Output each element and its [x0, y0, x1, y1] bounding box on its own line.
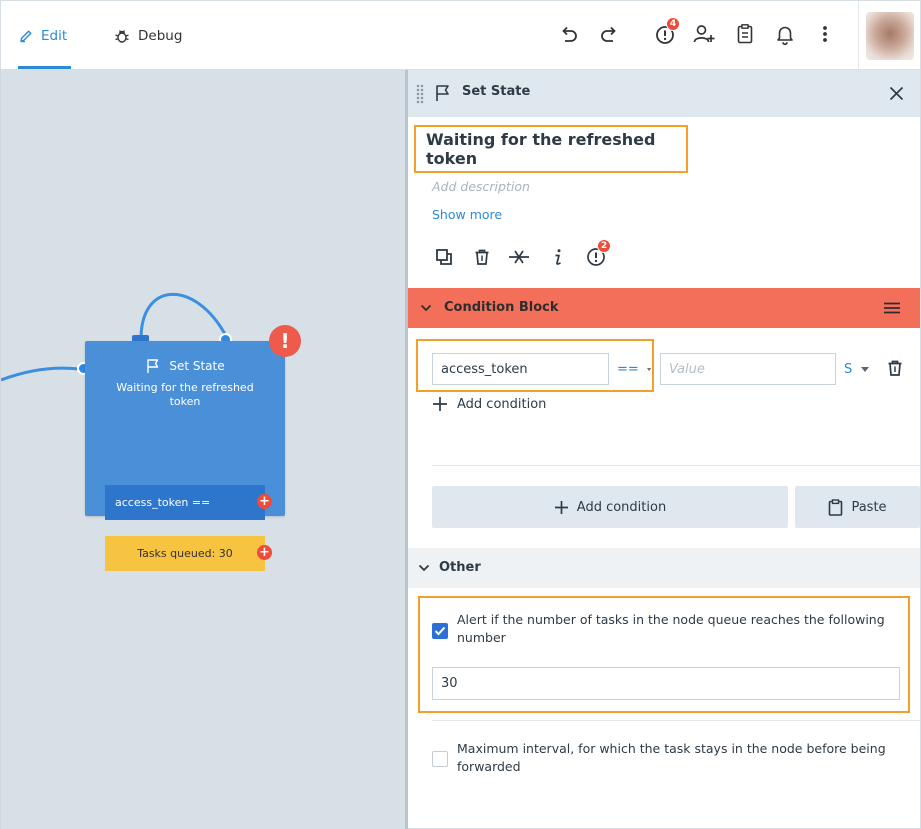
alert-threshold-input[interactable]: 30	[432, 667, 900, 700]
add-condition-button[interactable]: Add condition	[432, 486, 788, 528]
condition-value-input[interactable]: Value	[660, 353, 836, 385]
properties-panel: Set State Waiting for the refreshed toke…	[408, 70, 921, 829]
add-condition-button-label: Add condition	[576, 499, 667, 515]
tab-edit-label: Edit	[41, 27, 68, 44]
condition-block-title: Condition Block	[444, 300, 559, 315]
drag-handle-icon[interactable]	[416, 84, 424, 104]
set-state-node[interactable]: Set State Waiting for the refreshed toke…	[85, 341, 285, 571]
add-condition-link[interactable]: Add condition	[432, 396, 546, 412]
alert-checkbox[interactable]	[432, 623, 448, 639]
operator-value: ==	[617, 361, 639, 377]
add-icon[interactable]: +	[257, 494, 272, 509]
node-name: Waiting for the refreshed token	[116, 381, 254, 408]
paste-button[interactable]: Paste	[795, 486, 920, 528]
add-user-icon[interactable]	[691, 21, 717, 47]
max-interval-label: Maximum interval, for which the task sta…	[457, 741, 886, 774]
user-menu[interactable]	[858, 1, 921, 70]
info-icon[interactable]	[546, 245, 570, 269]
node-name-field[interactable]: Waiting for the refreshed token	[414, 125, 688, 173]
value-type-select[interactable]: S	[844, 353, 870, 385]
more-vertical-icon[interactable]	[812, 21, 838, 47]
bell-icon[interactable]	[772, 21, 798, 47]
redo-icon[interactable]	[596, 21, 622, 47]
bug-icon	[115, 29, 129, 43]
node-warning-icon[interactable]: !	[269, 325, 301, 357]
max-interval-checkbox[interactable]	[432, 751, 448, 767]
other-section-title: Other	[439, 560, 481, 575]
active-tab-indicator	[18, 66, 71, 69]
panel-title: Set State	[462, 84, 531, 99]
pencil-icon	[20, 30, 32, 42]
node-type-label: Set State	[169, 359, 225, 373]
chevron-down-icon[interactable]	[418, 563, 430, 573]
alert-option-label: Alert if the number of tasks in the node…	[457, 612, 885, 645]
check-icon	[434, 626, 446, 636]
delete-condition-button[interactable]	[886, 359, 904, 381]
node-condition-text: access_token ==	[115, 496, 211, 509]
tab-debug-label: Debug	[138, 27, 183, 44]
undo-icon[interactable]	[556, 21, 582, 47]
flow-canvas[interactable]: Set State Waiting for the refreshed toke…	[0, 70, 405, 829]
node-header: Set State	[85, 358, 285, 374]
disconnect-icon[interactable]	[507, 245, 531, 269]
warning-icon[interactable]: 2	[584, 239, 611, 269]
loop-connection	[139, 292, 228, 340]
node-queue-text: Tasks queued: 30	[137, 547, 233, 560]
alert-count-badge: 4	[666, 17, 680, 31]
description-field[interactable]: Add description	[432, 179, 530, 194]
condition-field-value: access_token	[441, 361, 528, 377]
chevron-down-icon[interactable]	[420, 303, 432, 313]
other-section-header[interactable]: Other	[408, 548, 920, 588]
flag-icon	[436, 85, 449, 101]
add-icon[interactable]: +	[257, 545, 272, 560]
node-queue-row[interactable]: Tasks queued: 30	[105, 536, 265, 571]
divider	[432, 720, 920, 721]
top-toolbar: Edit Debug 4	[0, 0, 921, 70]
tab-debug[interactable]: Debug	[114, 1, 182, 70]
paste-button-label: Paste	[851, 499, 887, 515]
trash-icon[interactable]	[470, 245, 494, 269]
close-icon[interactable]	[889, 86, 904, 101]
plus-icon	[554, 500, 568, 514]
value-type-label: S	[844, 361, 853, 377]
condition-field-input[interactable]: access_token	[432, 353, 609, 385]
node-condition-row[interactable]: access_token ==	[105, 485, 265, 520]
clipboard-icon[interactable]	[732, 21, 758, 47]
caret-down-icon	[861, 366, 870, 372]
show-more-link[interactable]: Show more	[432, 207, 502, 222]
caret-down-icon	[646, 367, 651, 371]
condition-value-placeholder: Value	[669, 361, 705, 377]
tab-edit[interactable]: Edit	[19, 1, 67, 70]
alert-icon[interactable]: 4	[652, 17, 680, 47]
condition-block-header[interactable]: Condition Block	[408, 288, 920, 328]
divider	[432, 465, 920, 466]
trash-icon	[888, 360, 902, 376]
incoming-connection	[1, 366, 80, 382]
flag-icon	[147, 359, 159, 373]
alert-threshold-value: 30	[441, 676, 458, 691]
warning-count-badge: 2	[597, 239, 611, 253]
avatar	[866, 11, 914, 60]
panel-header: Set State	[408, 70, 920, 117]
copy-icon[interactable]	[432, 245, 456, 269]
operator-select[interactable]: ==	[609, 353, 651, 385]
plus-icon	[433, 397, 447, 411]
add-condition-link-label: Add condition	[457, 396, 547, 412]
clipboard-icon	[829, 498, 843, 516]
menu-icon[interactable]	[884, 302, 900, 314]
